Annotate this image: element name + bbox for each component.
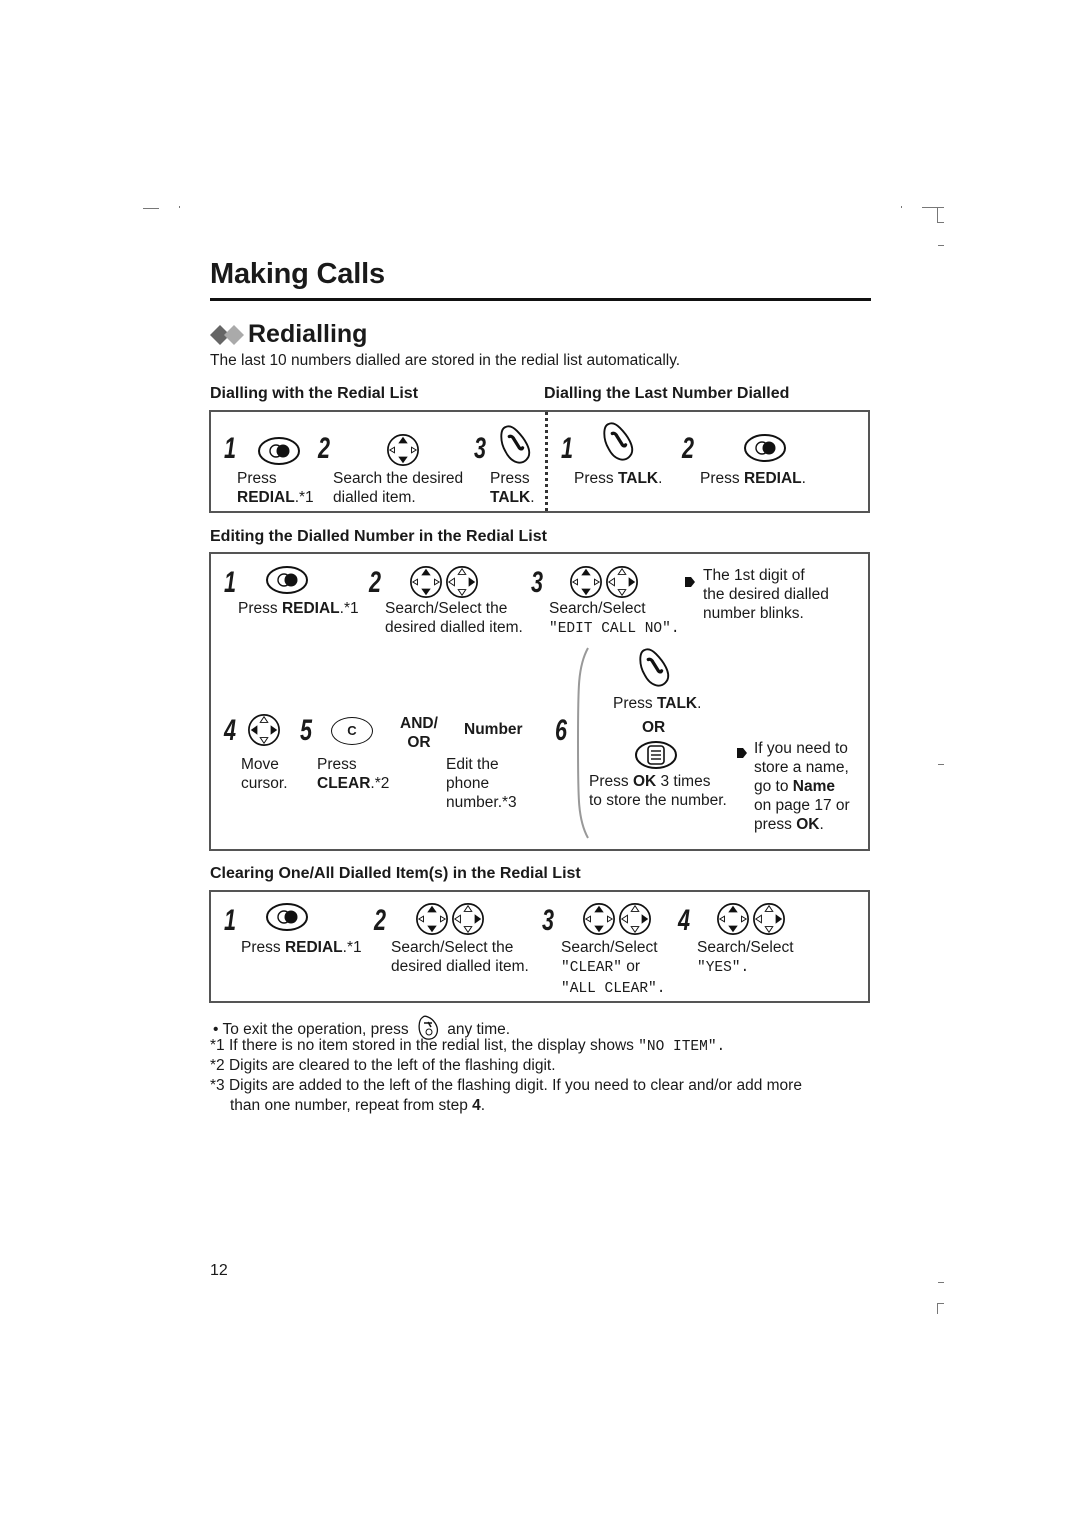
- step-label: Search/Select "YES".: [697, 939, 794, 976]
- clearing-box: 1 Press REDIAL.*1 2 Search/Select the des…: [209, 890, 870, 1003]
- redial-button-icon: [257, 436, 301, 466]
- footnote-2: *2 Digits are cleared to the left of the…: [210, 1057, 556, 1074]
- and-or-label: AND/OR: [400, 715, 438, 751]
- crop-mark: [143, 208, 159, 209]
- intro-text: The last 10 numbers dialled are stored i…: [210, 352, 681, 369]
- diamond-bullets-icon: [210, 324, 244, 345]
- navigator-left-right-icon: [247, 713, 281, 747]
- navigator-up-down-icon: [582, 902, 616, 936]
- talk-button-icon: [637, 646, 671, 690]
- step-number: 3: [542, 904, 555, 937]
- step-number: 3: [531, 566, 544, 599]
- ok-button-icon: [634, 740, 678, 770]
- crop-mark: [937, 207, 938, 223]
- navigator-up-down-icon: [409, 565, 443, 599]
- crop-mark: [937, 1303, 944, 1304]
- crop-mark: [938, 1282, 944, 1283]
- option-talk-label: Press TALK.: [613, 695, 702, 712]
- step-label: Press CLEAR.*2: [317, 756, 390, 792]
- step-number: 1: [224, 904, 237, 937]
- talk-button-icon: [498, 423, 532, 467]
- step-label: Search/Select "EDIT CALL NO".: [549, 600, 680, 637]
- step-number: 2: [682, 432, 695, 465]
- crop-mark: [922, 207, 944, 208]
- step-number: 1: [561, 432, 574, 465]
- result-arrow-icon: [685, 577, 695, 587]
- crop-mark: [938, 764, 944, 765]
- footnote-3: *3 Digits are added to the left of the f…: [210, 1077, 802, 1094]
- crop-mark: [937, 1303, 938, 1314]
- step-number: 4: [678, 904, 691, 937]
- step-label: Press TALK.: [574, 470, 663, 487]
- page-title: Making Calls: [210, 258, 385, 290]
- step-number: 4: [224, 714, 237, 747]
- crop-mark: [938, 245, 944, 246]
- navigator-right-icon: [451, 902, 485, 936]
- option-ok-label: Press OK 3 times to store the number.: [589, 773, 727, 809]
- navigator-up-down-icon: [716, 902, 750, 936]
- step-label: Press REDIAL.*1: [237, 470, 314, 506]
- dotted-divider: [545, 412, 548, 511]
- step-number: 3: [474, 432, 487, 465]
- step-number: 1: [224, 432, 237, 465]
- subheading-dial-last: Dialling the Last Number Dialled: [544, 385, 790, 402]
- crop-mark: [937, 222, 944, 223]
- editing-box: 1 Press REDIAL.*1 2 Search/Select the des…: [209, 552, 870, 851]
- step-label: Press TALK.: [490, 470, 535, 506]
- step-result: If you need to store a name, go to Name …: [754, 740, 850, 833]
- or-label: OR: [642, 719, 666, 736]
- page-number: 12: [210, 1262, 228, 1279]
- bracket: [577, 647, 589, 839]
- step-label: Search/Select the desired dialled item.: [391, 939, 529, 975]
- crop-mark: [901, 206, 902, 208]
- redial-button-icon: [265, 902, 309, 932]
- footnote-3-cont: than one number, repeat from step 4.: [230, 1097, 486, 1114]
- talk-button-icon: [601, 420, 635, 464]
- subheading-clearing: Clearing One/All Dialled Item(s) in the …: [210, 865, 581, 882]
- redial-button-icon: [743, 433, 787, 463]
- navigator-right-icon: [752, 902, 786, 936]
- title-divider: [210, 298, 871, 301]
- redial-button-icon: [265, 565, 309, 595]
- step-label: Search/Select "CLEAR" or "ALL CLEAR".: [561, 939, 666, 997]
- subheading-editing: Editing the Dialled Number in the Redial…: [210, 528, 547, 545]
- navigator-up-down-icon: [386, 433, 420, 467]
- section-heading: Redialling: [210, 320, 367, 349]
- step-label: Press REDIAL.*1: [238, 600, 359, 617]
- section-title: Redialling: [248, 320, 368, 348]
- redial-dial-box: 1 Press REDIAL.*1 2 Search the desired d…: [209, 410, 870, 513]
- number-keys-label: Number: [464, 721, 523, 738]
- step-number: 6: [555, 714, 568, 747]
- clear-key-icon: C: [331, 717, 373, 745]
- subheading-dial-with-list: Dialling with the Redial List: [210, 385, 419, 402]
- step-number: 1: [224, 566, 237, 599]
- step-result: The 1st digit of the desired dialled numbe…: [703, 567, 829, 622]
- step-label: Press REDIAL.: [700, 470, 806, 487]
- step-number: 2: [374, 904, 387, 937]
- navigator-right-icon: [605, 565, 639, 599]
- step-label: Move cursor.: [241, 756, 288, 792]
- step-label: Press REDIAL.*1: [241, 939, 362, 956]
- step-number: 5: [300, 714, 313, 747]
- navigator-right-icon: [445, 565, 479, 599]
- navigator-up-down-icon: [415, 902, 449, 936]
- footnote-1: *1 If there is no item stored in the red…: [210, 1037, 726, 1055]
- crop-mark: [179, 206, 180, 208]
- step-label: Search the desired dialled item.: [333, 470, 464, 506]
- step-label: Search/Select the desired dialled item.: [385, 600, 523, 636]
- navigator-up-down-icon: [569, 565, 603, 599]
- result-arrow-icon: [737, 748, 747, 758]
- navigator-right-icon: [618, 902, 652, 936]
- step-label: Edit the phone number.*3: [446, 756, 517, 811]
- step-number: 2: [318, 432, 331, 465]
- step-number: 2: [369, 566, 382, 599]
